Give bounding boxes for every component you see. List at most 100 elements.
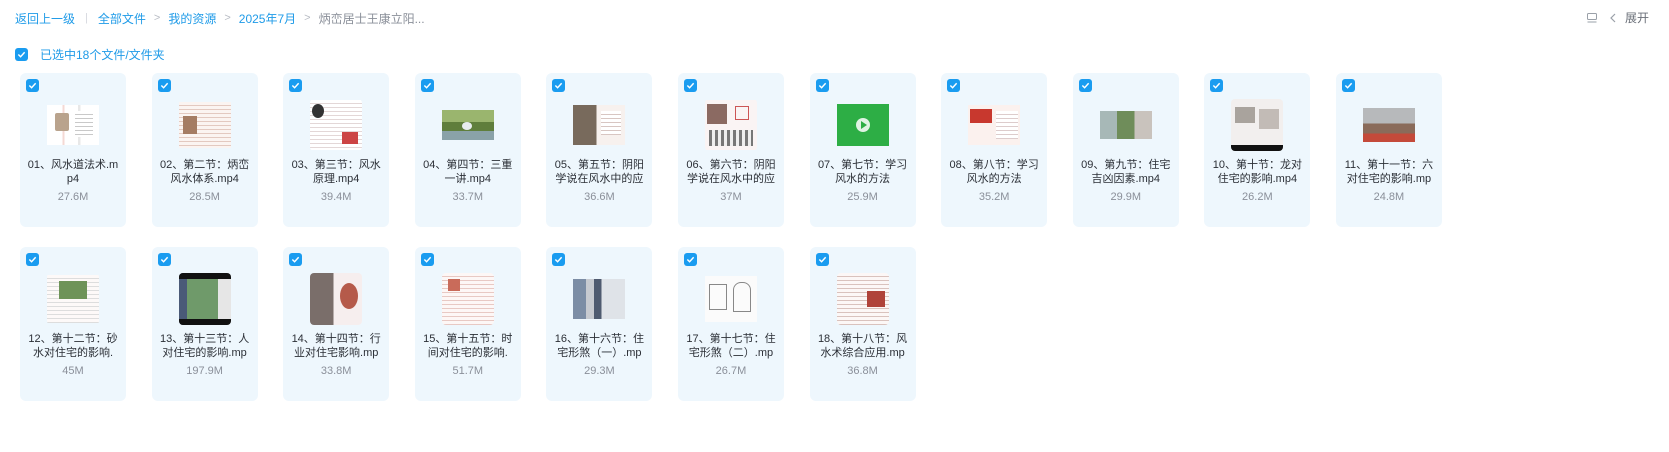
video-thumbnail xyxy=(573,273,626,325)
file-checkbox[interactable] xyxy=(815,253,829,266)
file-name: 06、第六节：阴阳学说在风水中的应 xyxy=(686,159,776,185)
breadcrumb-all-files[interactable]: 全部文件 xyxy=(98,10,146,27)
file-size: 39.4M xyxy=(320,191,352,203)
file-card[interactable]: 02、第二节：炳峦风水体系.mp4 28.5M xyxy=(151,73,258,227)
file-size: 45M xyxy=(62,365,84,377)
check-icon xyxy=(555,82,563,89)
file-card[interactable]: 17、第十七节：住宅形煞（二）.mp 26.7M xyxy=(677,247,784,401)
file-size: 36.6M xyxy=(584,191,615,203)
view-tools: 展开 xyxy=(1585,9,1649,26)
list-view-icon[interactable] xyxy=(1585,11,1599,25)
select-all-checkbox[interactable] xyxy=(15,48,28,61)
file-card[interactable]: 06、第六节：阴阳学说在风水中的应 37M xyxy=(677,73,784,227)
file-checkbox[interactable] xyxy=(26,79,39,92)
file-name: 16、第十六节：住宅形煞（一）.mp xyxy=(554,333,644,359)
check-icon xyxy=(17,51,26,58)
check-icon xyxy=(818,82,826,89)
check-icon xyxy=(423,256,431,263)
breadcrumb-current: 炳峦居士王康立阳... xyxy=(318,11,425,26)
file-card[interactable]: 03、第三节：风水原理.mp4 39.4M xyxy=(283,73,390,227)
file-checkbox[interactable] xyxy=(552,253,566,266)
check-icon xyxy=(292,256,300,263)
video-thumbnail xyxy=(1362,99,1415,151)
file-checkbox[interactable] xyxy=(26,253,39,266)
file-name: 08、第八节：学习风水的方法 xyxy=(949,159,1039,185)
file-name: 15、第十五节：时间对住宅的影响. xyxy=(423,333,513,359)
file-checkbox[interactable] xyxy=(683,79,697,92)
file-checkbox[interactable] xyxy=(289,253,303,266)
file-card[interactable]: 14、第十四节：行业对住宅影响.mp 33.8M xyxy=(283,247,390,401)
file-card[interactable]: 15、第十五节：时间对住宅的影响. 51.7M xyxy=(414,247,521,401)
file-card[interactable]: 09、第九节：住宅吉凶因素.mp4 29.9M xyxy=(1072,73,1179,227)
check-icon xyxy=(555,256,563,263)
file-size: 51.7M xyxy=(452,365,484,377)
file-name: 13、第十三节：人对住宅的影响.mp xyxy=(159,333,250,359)
check-icon xyxy=(28,256,37,263)
video-thumbnail xyxy=(178,99,231,151)
check-icon xyxy=(423,82,431,89)
file-checkbox[interactable] xyxy=(683,253,697,266)
file-size: 33.7M xyxy=(452,191,484,203)
file-size: 26.2M xyxy=(1242,191,1273,203)
file-card[interactable]: 16、第十六节：住宅形煞（一）.mp 29.3M xyxy=(546,247,653,401)
expand-button[interactable]: 展开 xyxy=(1609,9,1649,26)
file-card[interactable]: 10、第十节：龙对住宅的影响.mp4 26.2M xyxy=(1204,73,1311,227)
file-size: 29.9M xyxy=(1110,191,1142,203)
file-card[interactable]: 18、第十八节：风水术综合应用.mp 36.8M xyxy=(809,247,916,401)
file-name: 18、第十八节：风水术综合应用.mp xyxy=(817,333,908,359)
check-icon xyxy=(949,82,958,89)
file-size: 28.5M xyxy=(189,191,220,203)
file-name: 11、第十一节：六对住宅的影响.mp xyxy=(1344,159,1434,185)
file-card[interactable]: 12、第十二节：砂水对住宅的影响. 45M xyxy=(20,247,126,401)
file-checkbox[interactable] xyxy=(157,253,171,266)
file-card[interactable]: 04、第四节：三重一讲.mp4 33.7M xyxy=(414,73,521,227)
check-icon xyxy=(1081,82,1089,89)
expand-label: 展开 xyxy=(1624,11,1649,25)
file-name: 09、第九节：住宅吉凶因素.mp4 xyxy=(1081,159,1171,185)
file-checkbox[interactable] xyxy=(815,79,829,92)
file-checkbox[interactable] xyxy=(947,79,961,92)
file-size: 25.9M xyxy=(847,191,878,203)
file-card[interactable]: 11、第十一节：六对住宅的影响.mp 24.8M xyxy=(1335,73,1442,227)
breadcrumb-my-resources[interactable]: 我的资源 xyxy=(168,10,216,27)
file-card[interactable]: 13、第十三节：人对住宅的影响.mp 197.9M xyxy=(151,247,258,401)
file-name: 03、第三节：风水原理.mp4 xyxy=(291,159,381,185)
file-card[interactable]: 07、第七节：学习风水的方法 25.9M xyxy=(809,73,916,227)
file-grid: 01、风水道法术.mp4 27.6M 02、第二节：炳峦风水体系.mp4 28.5M 0… xyxy=(20,73,1442,401)
file-checkbox[interactable] xyxy=(420,79,434,92)
file-name: 12、第十二节：砂水对住宅的影响. xyxy=(28,333,118,359)
file-name: 04、第四节：三重一讲.mp4 xyxy=(423,159,513,185)
file-checkbox[interactable] xyxy=(1341,79,1355,92)
video-thumbnail xyxy=(310,273,363,325)
file-checkbox[interactable] xyxy=(420,253,434,266)
video-thumbnail xyxy=(178,273,231,325)
file-card[interactable]: 08、第八节：学习风水的方法 35.2M xyxy=(941,73,1048,227)
chevron-right-icon: > xyxy=(224,12,231,24)
file-card[interactable]: 01、风水道法术.mp4 27.6M xyxy=(20,73,126,227)
file-size: 29.3M xyxy=(584,365,615,377)
check-icon xyxy=(1213,82,1221,89)
file-card[interactable]: 05、第五节：阴阳学说在风水中的应 36.6M xyxy=(546,73,653,227)
file-checkbox[interactable] xyxy=(552,79,566,92)
video-thumbnail xyxy=(836,99,889,151)
file-size: 26.7M xyxy=(715,365,747,377)
chevron-left-icon xyxy=(1610,13,1616,22)
breadcrumb-month[interactable]: 2025年7月 xyxy=(239,10,296,27)
file-name: 01、风水道法术.mp4 xyxy=(27,159,119,185)
chevron-right-icon: > xyxy=(153,12,161,24)
check-icon xyxy=(686,82,695,89)
video-thumbnail xyxy=(47,273,99,325)
file-size: 27.6M xyxy=(57,191,89,203)
file-name: 07、第七节：学习风水的方法 xyxy=(817,159,908,185)
check-icon xyxy=(292,82,300,89)
file-size: 37M xyxy=(720,191,742,203)
file-checkbox[interactable] xyxy=(1078,79,1092,92)
video-thumbnail xyxy=(47,99,99,151)
file-checkbox[interactable] xyxy=(289,79,303,92)
check-icon xyxy=(1344,82,1353,89)
file-checkbox[interactable] xyxy=(157,79,171,92)
file-checkbox[interactable] xyxy=(1210,79,1224,92)
back-link[interactable]: 返回上一级 xyxy=(15,10,75,27)
check-icon xyxy=(686,256,695,263)
file-name: 14、第十四节：行业对住宅影响.mp xyxy=(291,333,381,359)
